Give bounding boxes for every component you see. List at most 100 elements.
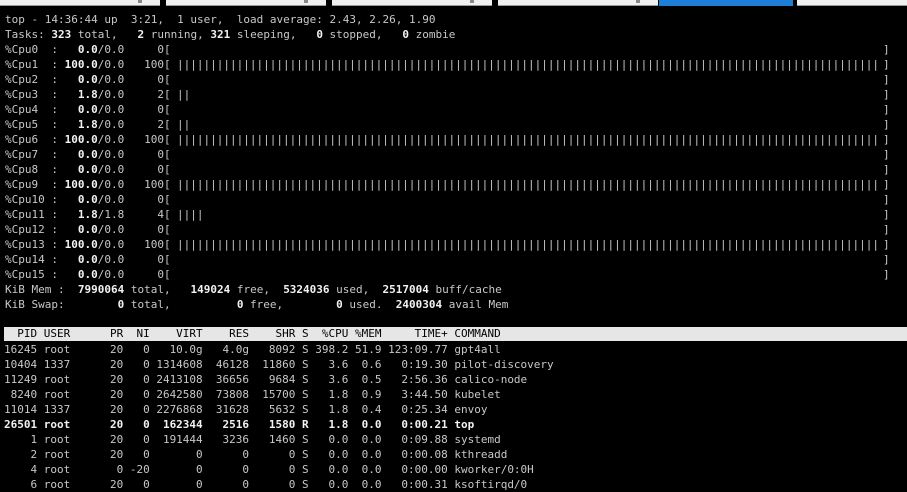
cpu-usage-bar bbox=[177, 222, 883, 237]
cpu-system-and-total: /0.0 0[ bbox=[97, 193, 171, 206]
cpu-system-and-total: /0.0 0[ bbox=[97, 73, 171, 86]
window-tab-strip bbox=[0, 0, 907, 6]
cpu-meter-row: %Cpu4 : 0.0/0.0 0[] bbox=[5, 102, 905, 117]
cpu-bar-end: ] bbox=[883, 163, 890, 176]
terminal-tab-4[interactable] bbox=[498, 0, 658, 6]
cpu-system-and-total: /0.0 2[ bbox=[97, 118, 171, 131]
cpu-usage-bar: ||||||||||||||||||||||||||||||||||||||||… bbox=[177, 238, 879, 251]
cpu-bar-end: ] bbox=[883, 88, 890, 101]
cpu-bar-end: ] bbox=[883, 73, 890, 86]
cpu-name: %Cpu12 : bbox=[5, 223, 65, 236]
cpu-user-percent: 100.0 bbox=[64, 58, 98, 71]
tab-close-icon[interactable] bbox=[470, 0, 474, 3]
cpu-name: %Cpu1 : bbox=[5, 58, 65, 71]
cpu-meter-row: %Cpu1 : 100.0/0.0 100[ ||||||||||||||||||… bbox=[5, 57, 905, 72]
cpu-bar-end: ] bbox=[883, 58, 890, 71]
cpu-user-percent: 0.0 bbox=[64, 103, 98, 116]
tab-close-icon[interactable] bbox=[636, 0, 640, 3]
cpu-name: %Cpu6 : bbox=[5, 133, 65, 146]
cpu-usage-bar bbox=[177, 72, 883, 87]
cpu-user-percent: 100.0 bbox=[64, 178, 98, 191]
cpu-usage-bar bbox=[177, 162, 883, 177]
cpu-system-and-total: /0.0 0[ bbox=[97, 268, 171, 281]
cpu-bar-end: ] bbox=[883, 148, 890, 161]
process-row[interactable]: 1 root 20 0 191444 3236 1460 S 0.0 0.0 0… bbox=[4, 432, 907, 447]
cpu-bar-end: ] bbox=[883, 223, 890, 236]
cpu-usage-bar: |||| bbox=[177, 208, 204, 221]
cpu-usage-bar: ||||||||||||||||||||||||||||||||||||||||… bbox=[177, 133, 879, 146]
process-row[interactable]: 4 root 0 -20 0 0 0 S 0.0 0.0 0:00.00 kwo… bbox=[4, 462, 907, 477]
tab-close-icon[interactable] bbox=[138, 0, 142, 3]
cpu-usage-bar bbox=[177, 147, 883, 162]
cpu-meter-row: %Cpu15 : 0.0/0.0 0[] bbox=[5, 267, 905, 282]
cpu-bar-end: ] bbox=[883, 253, 890, 266]
cpu-name: %Cpu2 : bbox=[5, 73, 65, 86]
cpu-system-and-total: /0.0 0[ bbox=[97, 223, 171, 236]
cpu-user-percent: 0.0 bbox=[64, 223, 98, 236]
memory-summary: KiB Mem : 7990064 total, 149024 free, 53… bbox=[5, 283, 502, 296]
cpu-meter-row: %Cpu12 : 0.0/0.0 0[] bbox=[5, 222, 905, 237]
cpu-system-and-total: /0.0 0[ bbox=[97, 253, 171, 266]
cpu-user-percent: 0.0 bbox=[64, 148, 98, 161]
cpu-meter-row: %Cpu6 : 100.0/0.0 100[||||||||||||||||||… bbox=[5, 132, 905, 147]
cpu-meter-row: %Cpu2 : 0.0/0.0 0[] bbox=[5, 72, 905, 87]
cpu-user-percent: 0.0 bbox=[64, 163, 98, 176]
cpu-name: %Cpu7 : bbox=[5, 148, 65, 161]
cpu-usage-bar bbox=[177, 252, 883, 267]
cpu-bar-end: ] bbox=[883, 103, 890, 116]
cpu-system-and-total: /0.0 100[ bbox=[97, 133, 171, 146]
cpu-bar-end: ] bbox=[883, 118, 890, 131]
cpu-usage-bar bbox=[177, 192, 883, 207]
cpu-meter-row: %Cpu11 : 1.8/1.8 4[||||] bbox=[5, 207, 905, 222]
process-row[interactable]: 16245 root 20 0 10.0g 4.0g 8092 S 398.2 … bbox=[4, 342, 907, 357]
tasks-summary: Tasks: 323 total, 2 running, 321 sleepin… bbox=[5, 28, 456, 41]
cpu-name: %Cpu5 : bbox=[5, 118, 65, 131]
cpu-meter-list: %Cpu0 : 0.0/0.0 0[] %Cpu1 : 100.0/0.0 100… bbox=[5, 42, 905, 282]
cpu-name: %Cpu0 : bbox=[5, 43, 65, 56]
process-row[interactable]: 10404 1337 20 0 1314608 46128 11860 S 3.… bbox=[4, 357, 907, 372]
cpu-name: %Cpu10 : bbox=[5, 193, 65, 206]
cpu-system-and-total: /0.0 0[ bbox=[97, 43, 171, 56]
cpu-user-percent: 0.0 bbox=[64, 193, 98, 206]
cpu-user-percent: 0.0 bbox=[64, 73, 98, 86]
cpu-user-percent: 0.0 bbox=[64, 43, 98, 56]
cpu-meter-row: %Cpu5 : 1.8/0.0 2[ ||] bbox=[5, 117, 905, 132]
terminal-tab-1[interactable] bbox=[0, 0, 160, 6]
cpu-user-percent: 0.0 bbox=[64, 268, 98, 281]
cpu-usage-bar: || bbox=[177, 118, 191, 131]
top-output: top - 14:36:44 up 3:21, 1 user, load ave… bbox=[5, 12, 905, 312]
cpu-name: %Cpu13 : bbox=[5, 238, 65, 251]
cpu-bar-end: ] bbox=[883, 43, 890, 56]
cpu-user-percent: 0.0 bbox=[64, 253, 98, 266]
process-table: 16245 root 20 0 10.0g 4.0g 8092 S 398.2 … bbox=[4, 342, 907, 492]
cpu-bar-end: ] bbox=[883, 178, 890, 191]
terminal-tab-active[interactable] bbox=[659, 0, 793, 6]
cpu-user-percent: 1.8 bbox=[64, 88, 98, 101]
process-row[interactable]: 8240 root 20 0 2642580 73808 15700 S 1.8… bbox=[4, 387, 907, 402]
terminal-tab-2[interactable] bbox=[166, 0, 326, 6]
process-row[interactable]: 11249 root 20 0 2413108 36656 9684 S 3.6… bbox=[4, 372, 907, 387]
swap-summary: KiB Swap: 0 total, 0 free, 0 used. 24003… bbox=[5, 298, 509, 311]
cpu-meter-row: %Cpu10 : 0.0/0.0 0[] bbox=[5, 192, 905, 207]
cpu-system-and-total: /0.0 2[ bbox=[97, 88, 171, 101]
tab-close-icon[interactable] bbox=[304, 0, 308, 3]
cpu-user-percent: 1.8 bbox=[64, 118, 98, 131]
cpu-meter-row: %Cpu8 : 0.0/0.0 0[] bbox=[5, 162, 905, 177]
cpu-meter-row: %Cpu3 : 1.8/0.0 2[||] bbox=[5, 87, 905, 102]
cpu-name: %Cpu8 : bbox=[5, 163, 65, 176]
cpu-name: %Cpu15 : bbox=[5, 268, 65, 281]
process-row[interactable]: 2 root 20 0 0 0 0 S 0.0 0.0 0:00.08 kthr… bbox=[4, 447, 907, 462]
cpu-usage-bar: ||||||||||||||||||||||||||||||||||||||||… bbox=[177, 178, 879, 191]
cpu-bar-end: ] bbox=[883, 238, 890, 251]
terminal-tab-6[interactable] bbox=[797, 0, 907, 6]
cpu-system-and-total: /1.8 4[ bbox=[97, 208, 171, 221]
cpu-system-and-total: /0.0 100[ bbox=[97, 58, 171, 71]
cpu-meter-row: %Cpu14 : 0.0/0.0 0[] bbox=[5, 252, 905, 267]
cpu-user-percent: 1.8 bbox=[64, 208, 98, 221]
process-row[interactable]: 26501 root 20 0 162344 2516 1580 R 1.8 0… bbox=[4, 417, 907, 432]
terminal-tab-3[interactable] bbox=[332, 0, 492, 6]
process-row[interactable]: 6 root 20 0 0 0 0 S 0.0 0.0 0:00.31 ksof… bbox=[4, 477, 907, 492]
cpu-user-percent: 100.0 bbox=[64, 238, 98, 251]
process-row[interactable]: 11014 1337 20 0 2276868 31628 5632 S 1.8… bbox=[4, 402, 907, 417]
cpu-usage-bar: ||||||||||||||||||||||||||||||||||||||||… bbox=[177, 58, 879, 71]
